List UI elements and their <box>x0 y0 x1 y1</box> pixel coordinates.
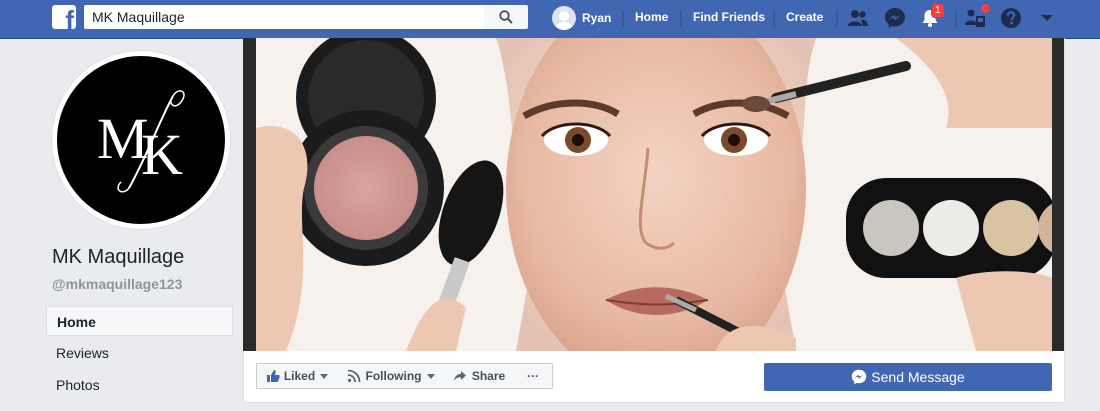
nav-divider <box>773 10 775 26</box>
more-options-ellipsis: ··· <box>527 369 539 383</box>
messenger-icon[interactable] <box>883 6 907 30</box>
sidebar-item-reviews[interactable]: Reviews <box>46 338 233 368</box>
page-title: MK Maquillage <box>52 246 185 268</box>
profile-link[interactable]: Ryan <box>552 6 611 30</box>
following-label: Following <box>365 369 422 383</box>
send-message-label: Send Message <box>871 369 965 385</box>
page-username[interactable]: @mkmaquillage123 <box>52 276 182 292</box>
liked-chevron-down-icon <box>320 373 329 379</box>
nav-create[interactable]: Create <box>786 10 823 24</box>
share-label: Share <box>471 369 506 383</box>
svg-text:K: K <box>141 122 183 187</box>
friend-requests-icon[interactable] <box>846 6 870 30</box>
top-navigation-bar: f Ryan Home Find Friends Create <box>0 0 1100 39</box>
search-icon <box>499 10 513 24</box>
cover-photo[interactable] <box>256 38 1052 351</box>
send-message-button[interactable]: Send Message <box>764 363 1052 391</box>
following-button[interactable]: Following <box>337 363 445 389</box>
nav-divider <box>836 10 838 26</box>
page-profile-picture[interactable]: M K <box>52 51 230 229</box>
messenger-icon <box>852 369 867 385</box>
nav-find-friends[interactable]: Find Friends <box>693 10 765 24</box>
notification-count-badge: 1 <box>931 3 945 18</box>
svg-text:M: M <box>97 106 147 171</box>
nav-divider <box>955 10 957 26</box>
share-arrow-icon <box>453 371 466 381</box>
search-input[interactable] <box>84 5 484 29</box>
facebook-logo-icon[interactable]: f <box>52 5 76 29</box>
liked-button[interactable]: Liked <box>256 363 338 389</box>
account-menu-chevron-down-icon[interactable] <box>1035 6 1059 30</box>
cover-border-right <box>1052 38 1064 351</box>
cover-border-left <box>243 38 256 351</box>
page-manager-dot-badge <box>980 3 991 14</box>
mk-logo: M K <box>57 56 225 224</box>
liked-label: Liked <box>283 369 316 383</box>
more-options-button[interactable]: ··· <box>514 363 553 389</box>
following-chevron-down-icon <box>426 373 435 379</box>
sidebar-item-photos[interactable]: Photos <box>46 370 233 400</box>
share-button[interactable]: Share <box>444 363 515 389</box>
facebook-logo-letter: f <box>65 5 74 29</box>
nav-divider <box>622 10 624 26</box>
user-name-label: Ryan <box>582 11 612 25</box>
nav-home[interactable]: Home <box>635 10 668 24</box>
nav-divider <box>680 10 682 26</box>
help-icon[interactable] <box>999 6 1023 30</box>
page-sidebar-nav: Home Reviews Photos <box>46 306 233 402</box>
search-button[interactable] <box>484 5 528 29</box>
user-silhouette-icon <box>555 11 573 30</box>
thumbs-up-icon <box>266 370 280 382</box>
rss-follow-icon <box>347 369 360 383</box>
sidebar-item-home[interactable]: Home <box>46 306 233 336</box>
avatar <box>552 6 576 30</box>
